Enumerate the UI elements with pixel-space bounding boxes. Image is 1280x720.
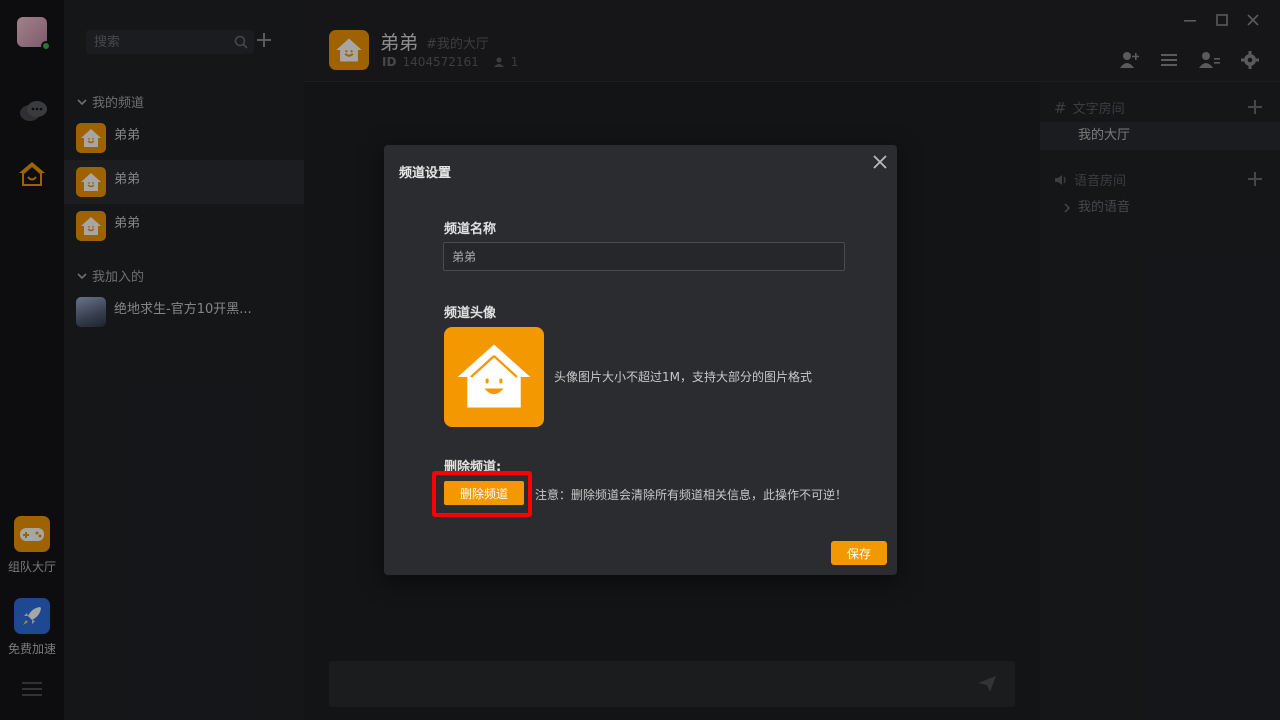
- channel-settings-dialog: 频道设置 频道名称 频道头像 头像图片大小不超过1M，支持大部分的图片格式 删除…: [384, 145, 897, 575]
- channel-name-label: 频道名称: [444, 222, 497, 237]
- close-icon[interactable]: [873, 155, 887, 169]
- delete-channel-label: 删除频道:: [444, 460, 502, 475]
- delete-warning: 注意：删除频道会清除所有频道相关信息，此操作不可逆！: [535, 488, 848, 502]
- dialog-title: 频道设置: [399, 166, 452, 181]
- avatar-hint: 头像图片大小不超过1M，支持大部分的图片格式: [554, 370, 812, 384]
- delete-channel-button[interactable]: 删除频道: [444, 481, 524, 505]
- channel-avatar-upload[interactable]: [444, 327, 544, 427]
- channel-name-input[interactable]: [443, 242, 845, 271]
- save-button[interactable]: 保存: [831, 541, 887, 565]
- channel-avatar-label: 频道头像: [444, 306, 497, 321]
- house-icon: [457, 344, 531, 408]
